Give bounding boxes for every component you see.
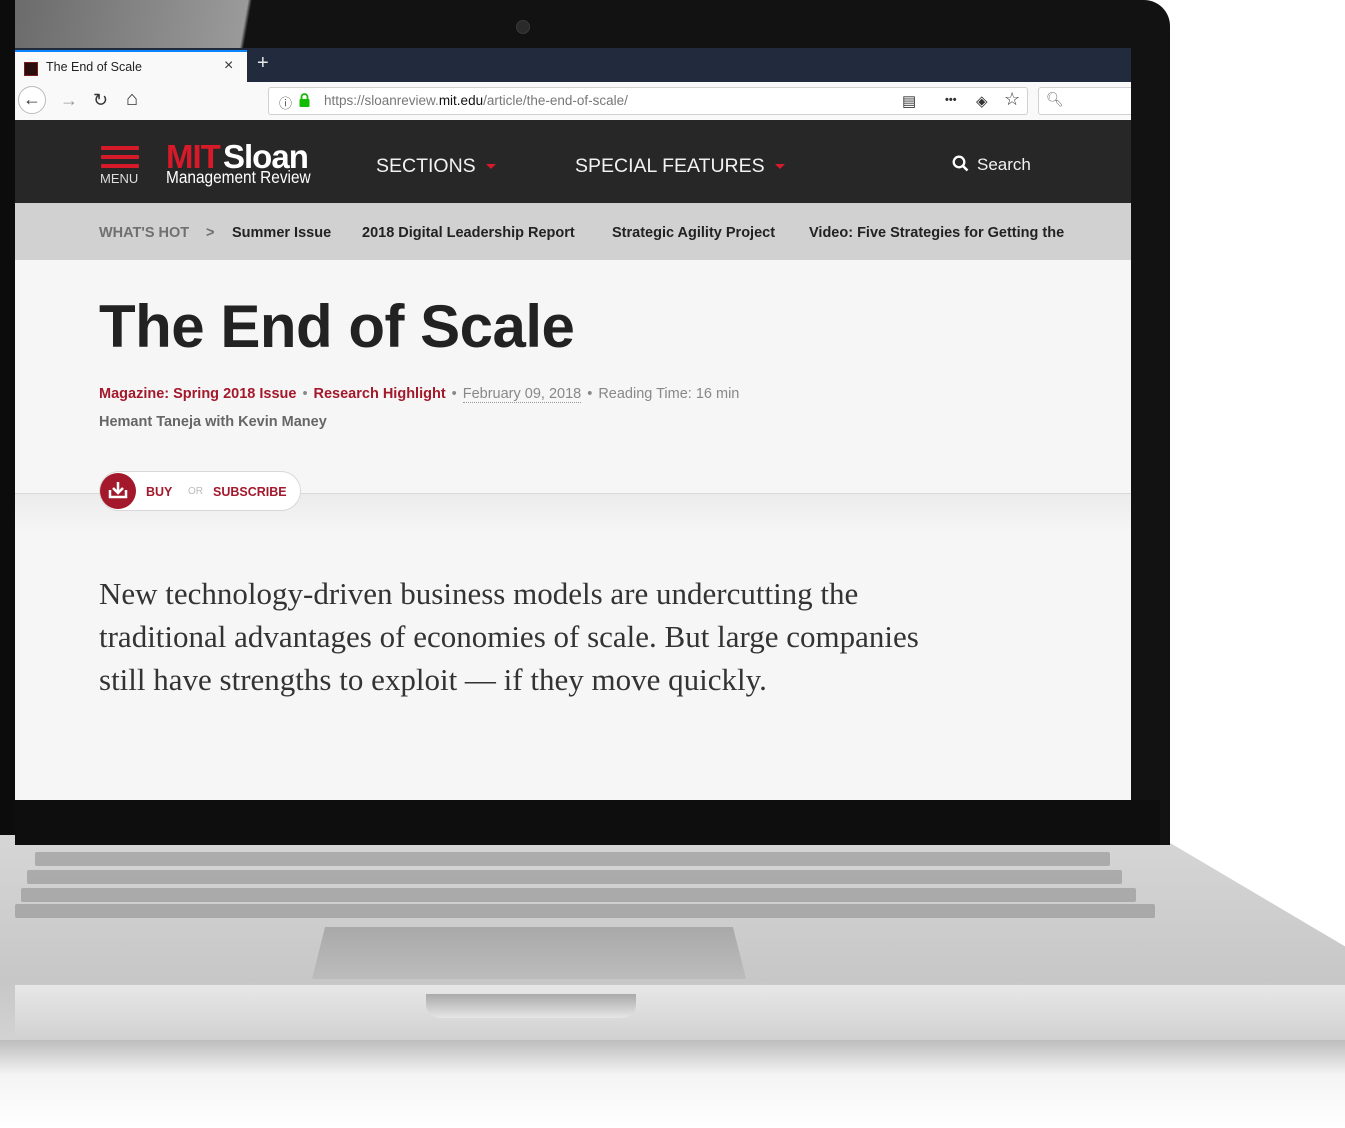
article-meta: Magazine: Spring 2018 Issue • Research Hig… xyxy=(99,386,740,403)
issue-link[interactable]: Magazine: Spring 2018 Issue xyxy=(99,386,296,402)
info-icon[interactable]: ⓘ xyxy=(279,93,292,112)
search-icon: 🔍︎ xyxy=(1046,91,1064,107)
new-tab-button[interactable]: + xyxy=(257,52,269,75)
laptop-trackpad xyxy=(312,927,746,979)
laptop-bezel xyxy=(15,800,1160,845)
back-button[interactable]: ← xyxy=(18,86,46,114)
laptop-base-front xyxy=(0,1040,1345,1128)
page-actions-icon[interactable]: ••• xyxy=(945,94,957,106)
url-bar[interactable]: ⓘ https://sloanreview.mit.edu/article/th… xyxy=(268,87,1028,115)
search-icon xyxy=(952,155,969,172)
browser-search-box[interactable]: 🔍︎ xyxy=(1038,87,1131,115)
buy-subscribe-pill: BUY OR SUBSCRIBE xyxy=(99,471,301,511)
site-search-button[interactable]: Search xyxy=(952,155,1031,175)
authors: Hemant Taneja with Kevin Maney xyxy=(99,414,327,430)
page-title: The End of Scale xyxy=(99,293,575,360)
logo-subtitle[interactable]: Management Review xyxy=(166,167,311,188)
forward-button[interactable]: → xyxy=(60,90,78,111)
whats-hot-link[interactable]: Strategic Agility Project xyxy=(612,225,775,241)
whats-hot-link[interactable]: Summer Issue xyxy=(232,225,331,241)
subscribe-button[interactable]: SUBSCRIBE xyxy=(213,485,287,499)
download-icon[interactable] xyxy=(100,473,136,509)
laptop-base-lip xyxy=(15,985,1345,1045)
home-button[interactable]: ⌂ xyxy=(126,88,138,111)
or-label: OR xyxy=(188,486,203,497)
bookmark-star-icon[interactable]: ☆ xyxy=(1004,89,1020,110)
article-dek: New technology-driven business models ar… xyxy=(99,576,919,697)
laptop-lid-shine xyxy=(15,0,395,48)
whats-hot-arrow: > xyxy=(206,225,215,241)
browser-tabbar: The End of Scale × + xyxy=(15,48,1131,82)
laptop-keyboard xyxy=(15,848,1155,920)
nav-special-features[interactable]: SPECIAL FEATURES xyxy=(575,155,785,178)
close-icon[interactable]: × xyxy=(224,57,233,75)
laptop-notch xyxy=(426,994,636,1018)
whats-hot-bar: WHAT'S HOT > Summer Issue 2018 Digital L… xyxy=(15,203,1131,260)
pocket-icon[interactable]: ◈ xyxy=(976,92,988,110)
camera-icon xyxy=(516,20,530,34)
favicon-icon xyxy=(24,62,38,76)
url-text: https://sloanreview.mit.edu/article/the-… xyxy=(324,93,628,108)
lock-icon xyxy=(299,93,310,107)
menu-label[interactable]: MENU xyxy=(100,171,138,186)
tab-title: The End of Scale xyxy=(46,60,142,74)
browser-toolbar: ← → ↻ ⌂ ⓘ https://sloanreview.mit.edu/ar… xyxy=(15,82,1131,121)
whats-hot-label: WHAT'S HOT xyxy=(99,225,190,241)
article: The End of Scale Magazine: Spring 2018 I… xyxy=(15,260,1131,800)
nav-sections[interactable]: SECTIONS xyxy=(376,155,496,178)
whats-hot-link[interactable]: 2018 Digital Leadership Report xyxy=(362,225,575,241)
buy-button[interactable]: BUY xyxy=(146,485,172,499)
chevron-down-icon xyxy=(774,164,785,170)
reader-view-icon[interactable]: ▤ xyxy=(902,92,916,110)
site-header: MENU MIT Sloan Management Review SECTION… xyxy=(15,120,1131,203)
article-type-link[interactable]: Research Highlight xyxy=(314,386,446,402)
reading-time: Reading Time: 16 min xyxy=(598,386,740,402)
publish-date: February 09, 2018 xyxy=(462,386,582,403)
chevron-down-icon xyxy=(485,164,496,170)
browser-tab[interactable]: The End of Scale × xyxy=(15,50,247,82)
hamburger-menu-icon[interactable] xyxy=(101,146,139,173)
laptop-screen: The End of Scale × + ← → ↻ ⌂ ⓘ https://s… xyxy=(15,48,1131,800)
reload-button[interactable]: ↻ xyxy=(93,90,108,111)
whats-hot-link[interactable]: Video: Five Strategies for Getting the xyxy=(809,225,1064,241)
